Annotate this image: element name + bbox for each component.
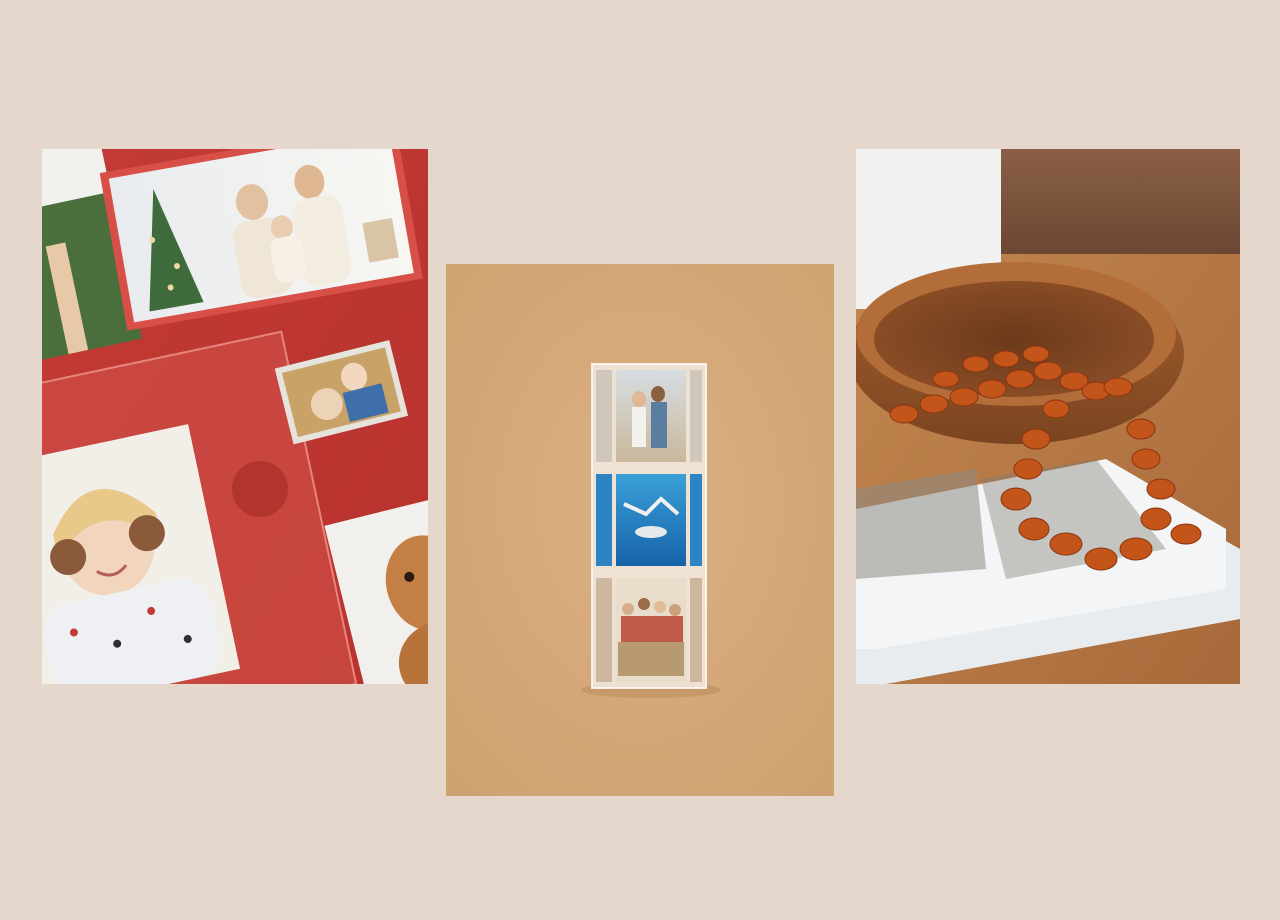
photo-red-acrylic-frames[interactable] xyxy=(42,149,428,684)
acrylic-tower-illustration xyxy=(446,264,834,796)
acrylic-block-bottom xyxy=(592,572,706,688)
photo-acrylic-block-tower[interactable] xyxy=(446,264,834,796)
amber-bowl-illustration xyxy=(856,149,1240,684)
red-frames-illustration xyxy=(42,149,428,684)
photo-gallery xyxy=(0,0,1280,920)
acrylic-block-middle xyxy=(592,468,706,572)
photo-amber-beads-bowl[interactable] xyxy=(856,149,1240,684)
acrylic-block-top xyxy=(592,364,706,468)
